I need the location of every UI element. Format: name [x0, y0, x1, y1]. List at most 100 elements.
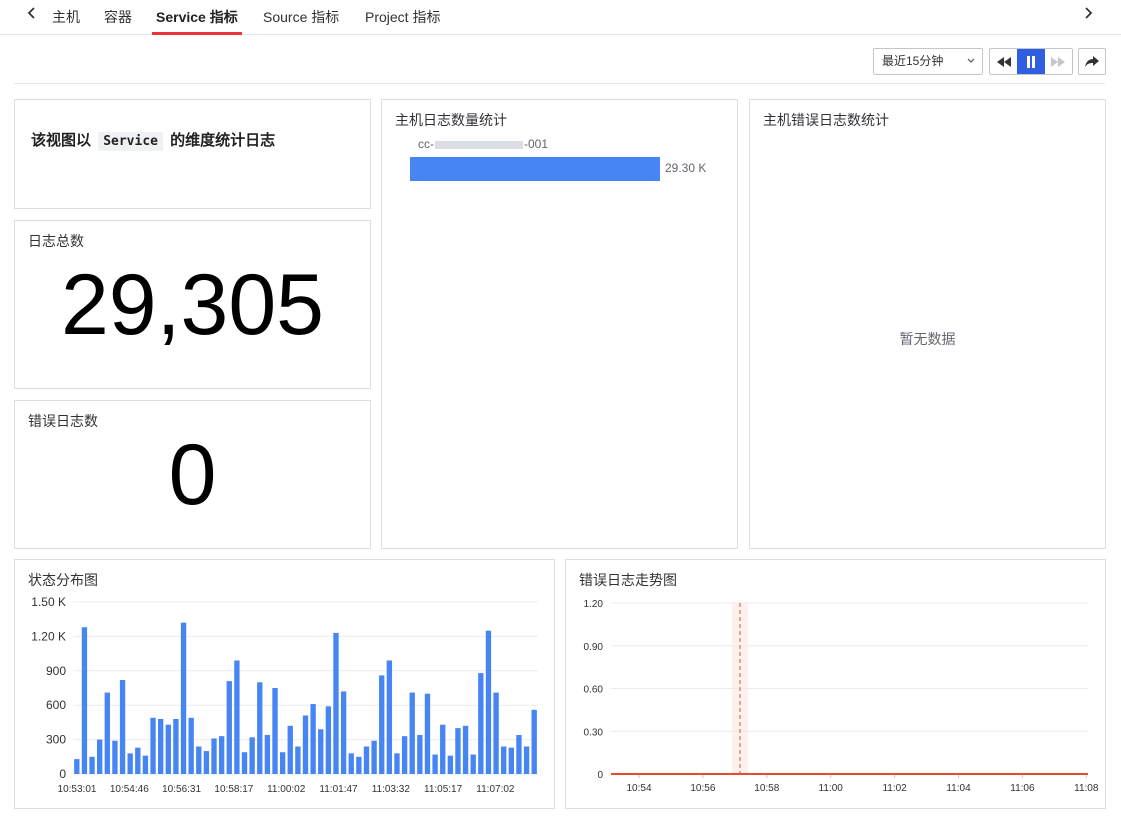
y-tick-label: 1.20 K	[31, 629, 66, 643]
tab-service-metrics[interactable]: Service 指标	[152, 0, 242, 35]
description-panel: 该视图以 Service 的维度统计日志	[14, 99, 371, 209]
bar	[432, 754, 438, 774]
bar	[340, 691, 347, 774]
bar	[272, 688, 278, 774]
chevron-down-icon	[966, 49, 976, 84]
bar	[135, 747, 141, 774]
playback-controls	[989, 48, 1073, 75]
y-tick-label: 0	[597, 770, 603, 781]
bar	[196, 746, 202, 774]
toolbar-divider	[14, 83, 1105, 84]
x-tick-label: 10:54:46	[110, 784, 149, 795]
bar	[523, 746, 530, 774]
bar	[150, 717, 156, 774]
bar	[173, 718, 179, 774]
host-log-bar[interactable]	[410, 157, 660, 181]
bar	[74, 759, 80, 774]
x-tick-label: 11:02	[882, 783, 907, 794]
y-tick-label: 1.20	[584, 599, 604, 610]
bar	[310, 704, 316, 774]
bar	[356, 756, 362, 774]
x-tick-label: 11:08	[1074, 783, 1099, 794]
bar	[478, 673, 484, 774]
y-tick-label: 0.60	[584, 685, 604, 696]
error-trend-panel: 错误日志走势图 0 0.30 0.60 0.90 1.20 10:54 10:56 10:58…	[565, 559, 1106, 809]
time-range-select[interactable]: 最近15分钟	[873, 48, 983, 75]
host-error-stats-panel: 主机错误日志数统计 暂无数据	[749, 99, 1106, 549]
bar	[333, 632, 339, 774]
bar	[279, 752, 286, 774]
total-logs-panel: 日志总数 29,305	[14, 220, 371, 389]
host-name-suffix: -001	[524, 137, 549, 151]
error-logs-panel: 错误日志数 0	[14, 400, 371, 549]
bar	[104, 692, 110, 774]
x-tick-label: 10:53:01	[58, 784, 97, 795]
x-tick-label: 11:07:02	[476, 784, 515, 795]
bar	[531, 709, 537, 774]
rewind-button[interactable]	[990, 49, 1017, 74]
panel-title: 主机日志数量统计	[395, 112, 507, 128]
description-code: Service	[98, 132, 163, 151]
status-chart-panel: 状态分布图 0 300 600 900 1.20 K 1.50 K 10:53:01 10:5…	[14, 559, 555, 809]
bar	[287, 725, 293, 774]
bar	[264, 735, 271, 774]
time-range-value: 最近15分钟	[882, 54, 944, 68]
tab-source-metrics[interactable]: Source 指标	[263, 0, 339, 35]
bar	[318, 729, 324, 774]
bar	[325, 706, 332, 774]
x-tick-label: 10:58:17	[214, 784, 253, 795]
bar	[211, 738, 217, 774]
pause-icon	[1026, 55, 1035, 68]
bar	[127, 753, 133, 774]
bar	[81, 627, 88, 774]
y-tick-label: 0.30	[584, 727, 604, 738]
bar	[485, 630, 492, 774]
bar	[97, 739, 103, 774]
panel-title: 主机错误日志数统计	[763, 112, 889, 128]
pause-button[interactable]	[1017, 49, 1045, 74]
bar	[158, 718, 164, 774]
fast-forward-button[interactable]	[1045, 49, 1072, 74]
bar	[234, 660, 240, 774]
bar	[516, 735, 522, 774]
bar	[142, 755, 149, 774]
share-icon	[1085, 55, 1099, 67]
tab-container[interactable]: 容器	[104, 0, 132, 35]
bar	[226, 681, 232, 774]
tab-project-metrics[interactable]: Project 指标	[365, 0, 440, 35]
bar	[447, 755, 454, 774]
host-log-value: 29.30 K	[665, 161, 707, 175]
x-tick-label: 11:03:32	[372, 784, 411, 795]
x-tick-label: 10:56:31	[162, 784, 201, 795]
chevron-left-icon[interactable]	[22, 6, 42, 26]
host-name-label: cc- -001	[418, 137, 548, 151]
y-tick-label: 1.50 K	[31, 595, 66, 609]
error-trend-chart: 0 0.30 0.60 0.90 1.20 10:54 10:56 10:58 11:00 11:…	[584, 599, 1099, 794]
x-tick-label: 11:04	[946, 783, 971, 794]
fast-forward-icon	[1051, 56, 1066, 67]
bar	[112, 740, 118, 774]
no-data-text: 暂无数据	[899, 331, 956, 347]
bar	[493, 692, 499, 774]
x-tick-label: 11:00	[819, 783, 844, 794]
bar	[508, 747, 514, 774]
share-button[interactable]	[1078, 48, 1106, 75]
bar	[249, 737, 255, 774]
bar	[409, 692, 415, 774]
total-logs-value: 29,305	[60, 257, 325, 353]
bar	[379, 675, 385, 774]
bar	[218, 736, 225, 774]
y-tick-label: 0	[59, 767, 66, 781]
y-tick-label: 0.90	[584, 642, 604, 653]
x-tick-label: 11:01:47	[319, 784, 358, 795]
y-tick-label: 300	[46, 733, 66, 747]
x-tick-label: 11:05:17	[424, 784, 463, 795]
chevron-right-icon[interactable]	[1078, 6, 1098, 26]
x-tick-label: 10:58	[754, 783, 779, 794]
bar	[394, 753, 400, 774]
bar	[470, 754, 476, 774]
tab-host[interactable]: 主机	[52, 0, 80, 35]
bar	[257, 682, 263, 774]
view-description: 该视图以 Service 的维度统计日志	[31, 129, 275, 151]
bar	[401, 736, 408, 774]
